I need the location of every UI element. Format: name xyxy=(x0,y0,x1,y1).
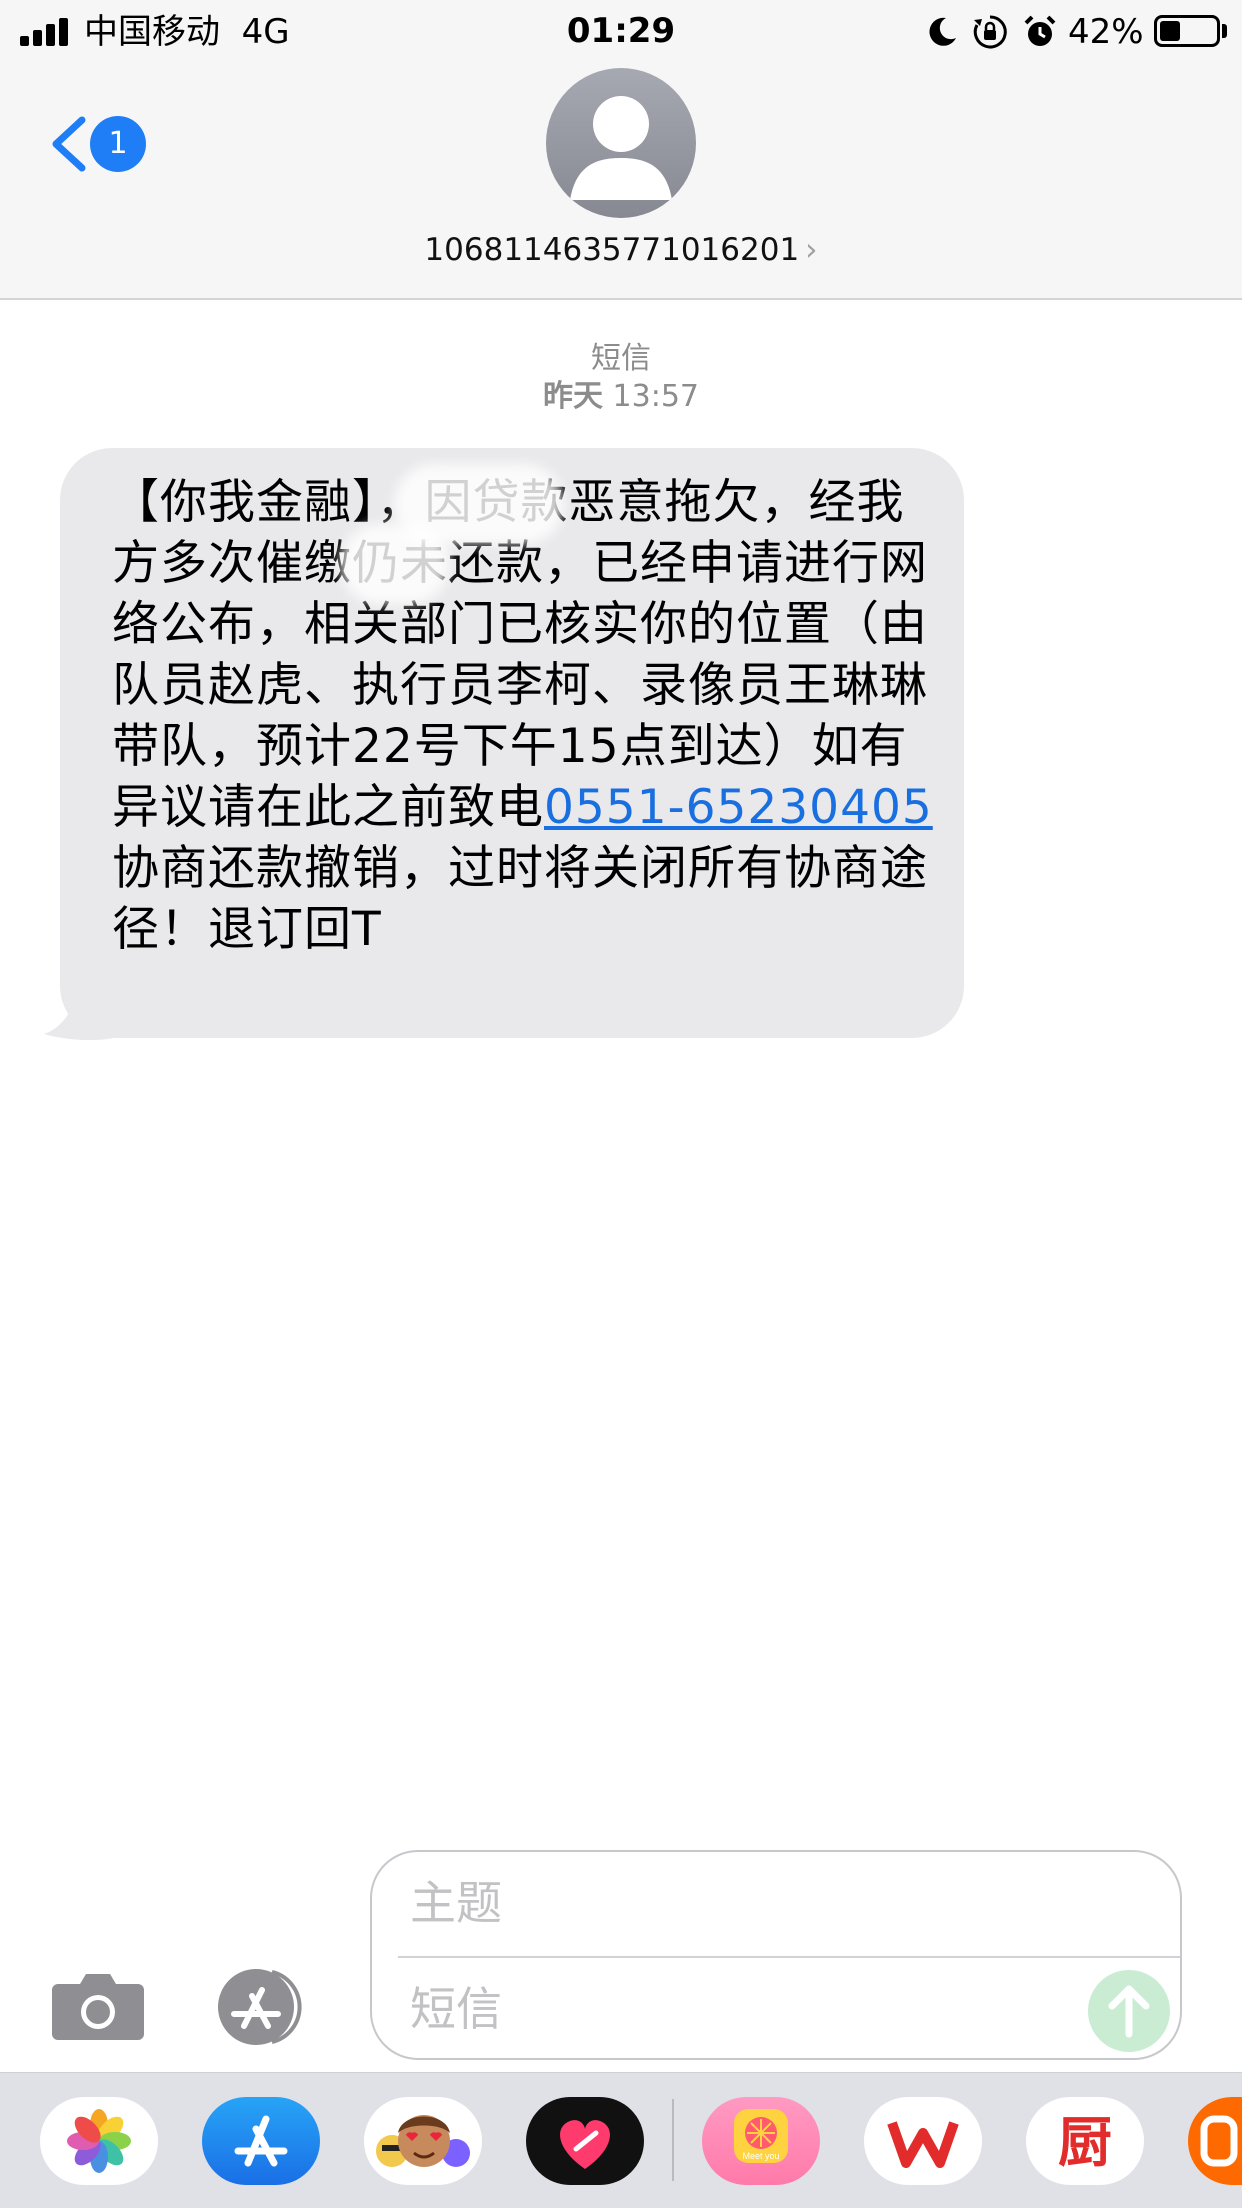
service-label: 短信 xyxy=(591,341,651,376)
incoming-message[interactable]: 【你我金融】，因贷款恶意拖欠，经我方多次催缴仍未还款，已经申请进行网络公布，相关… xyxy=(44,448,964,1040)
chevron-left-icon xyxy=(52,116,86,172)
compose-box xyxy=(370,1850,1182,2060)
thread-timestamp: 短信 昨天 13:57 xyxy=(0,340,1242,416)
battery-cap xyxy=(1222,24,1227,38)
battery-percentage: 42% xyxy=(1068,12,1144,52)
moon-icon xyxy=(929,17,956,46)
kitchen-app-icon[interactable]: 厨 xyxy=(1026,2097,1144,2185)
heart-app-icon[interactable] xyxy=(526,2097,644,2185)
camera-button[interactable] xyxy=(50,1970,146,2042)
drawer-divider xyxy=(672,2099,674,2181)
status-bar: 中国移动 4G 01:29 42% xyxy=(0,0,1242,62)
subject-field[interactable] xyxy=(410,1872,1150,1934)
compose-divider xyxy=(398,1956,1180,1958)
alarm-icon xyxy=(1024,15,1056,46)
time-label: 13:57 xyxy=(612,379,699,414)
meet-you-label: Meet you xyxy=(742,2151,779,2161)
send-button[interactable] xyxy=(1088,1970,1170,2052)
contact-name[interactable]: 1068114635771016201 › xyxy=(0,228,1242,272)
imessage-app-drawer: Meet you 厨 xyxy=(0,2072,1242,2208)
app-store-button[interactable] xyxy=(210,1966,318,2048)
redaction-blur xyxy=(340,524,450,604)
back-button[interactable]: 1 xyxy=(46,108,156,180)
phone-number-link[interactable]: 0551-65230405 xyxy=(544,780,933,835)
day-label: 昨天 xyxy=(542,379,603,414)
message-bubble: 【你我金融】，因贷款恶意拖欠，经我方多次催缴仍未还款，已经申请进行网络公布，相关… xyxy=(60,448,964,1038)
person-icon xyxy=(570,96,672,200)
photos-app-icon[interactable] xyxy=(40,2097,158,2185)
arrow-up-icon xyxy=(1108,1985,1150,2038)
orientation-lock-icon xyxy=(973,15,1007,49)
meet-you-app-icon[interactable]: Meet you xyxy=(702,2097,820,2185)
message-text: 【你我金融】，因贷款恶意拖欠，经我方多次催缴仍未还款，已经申请进行网络公布，相关… xyxy=(112,475,933,957)
contact-avatar[interactable] xyxy=(546,68,696,218)
memoji-app-icon[interactable] xyxy=(364,2097,482,2185)
kitchen-label: 厨 xyxy=(1058,2111,1112,2174)
chevron-right-icon: › xyxy=(805,232,818,268)
app-store-app-icon[interactable] xyxy=(202,2097,320,2185)
orange-app-icon[interactable] xyxy=(1188,2097,1242,2185)
conversation-header: 中国移动 4G 01:29 42% 1 1068114635771016201 … xyxy=(0,0,1242,300)
battery-icon xyxy=(1154,15,1220,47)
wps-app-icon[interactable] xyxy=(864,2097,982,2185)
message-field[interactable] xyxy=(410,1978,1010,2040)
unread-badge: 1 xyxy=(90,116,146,172)
